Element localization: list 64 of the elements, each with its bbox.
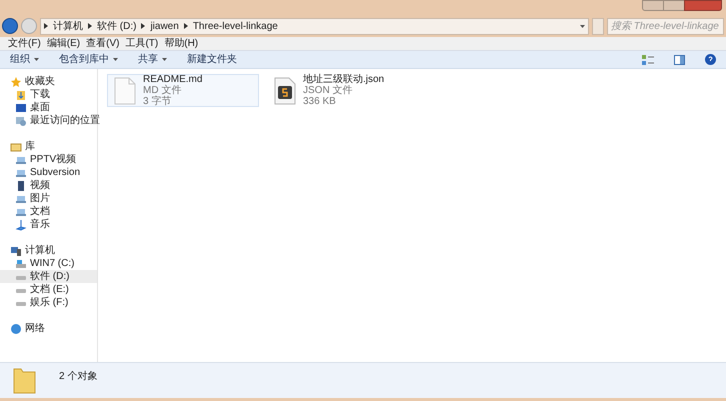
chevron-right-icon [141,23,146,29]
breadcrumb[interactable]: 软件 (D:) [97,18,136,34]
nav-item[interactable]: 软件 (D:) [0,270,97,283]
globe-icon [10,322,22,334]
back-button[interactable] [2,18,18,34]
star-icon [10,76,22,88]
file-item[interactable]: 地址三级联动.json JSON 文件 336 KB [267,74,419,107]
file-size: 3 字节 [143,96,172,107]
nav-item[interactable]: WIN7 (C:) [0,257,97,270]
search-field[interactable]: 搜索 Three-level-linkage [607,18,724,34]
nav-item[interactable]: 下载 [0,88,97,101]
view-options-icon[interactable] [642,54,654,64]
file-item[interactable]: README.md MD 文件 3 字节 [107,74,259,107]
breadcrumb[interactable]: 计算机 [53,18,83,34]
drive-icon [15,258,27,270]
computer-icon [10,244,22,256]
toolbar-button[interactable]: 包含到库中 [59,52,118,67]
nav-item[interactable]: 娱乐 (F:) [0,296,97,309]
nav-item[interactable]: 文档 [0,205,97,218]
toolbar-button[interactable]: 新建文件夹 [187,52,237,67]
nav-item[interactable]: PPTV视频 [0,153,97,166]
caret-icon [580,24,585,28]
chevron-right-icon [88,23,92,29]
caret-icon [34,58,39,61]
address-bar[interactable]: 计算机 软件 (D:) jiawen Three-level-linkage [40,18,589,34]
nav-item[interactable]: 图片 [0,192,97,205]
caret-icon [162,58,167,61]
caret-icon [113,58,118,61]
chevron-right-icon [184,23,188,29]
chevron-right-icon [44,23,48,29]
menu-item[interactable]: 文件(F) [6,36,43,51]
document-icon [114,76,136,104]
status-text: 2 个对象 [59,370,98,384]
refresh-button[interactable] [592,18,604,34]
help-icon[interactable] [705,54,716,65]
preview-pane-icon[interactable] [674,54,685,64]
nav-item[interactable]: 最近访问的位置 [0,114,97,127]
toolbar-button[interactable]: 组织 [10,52,39,67]
nav-item[interactable]: 音乐 [0,218,97,231]
nav-group[interactable]: 计算机 [25,243,55,258]
script-file-icon [274,76,296,104]
toolbar-button[interactable]: 共享 [138,52,167,67]
menu-item[interactable]: 帮助(H) [162,36,200,51]
nav-item[interactable]: 文档 (E:) [0,283,97,296]
nav-item[interactable]: 桌面 [0,101,97,114]
menu-item[interactable]: 工具(T) [123,36,160,51]
nav-group[interactable]: 库 [25,139,35,154]
nav-group[interactable]: 收藏夹 [25,74,55,89]
close-button[interactable] [684,0,722,11]
file-name: README.md [143,74,202,85]
nav-item[interactable]: 视频 [0,179,97,192]
minimize-button[interactable] [642,0,664,11]
file-name: 地址三级联动.json [303,74,384,85]
breadcrumb[interactable]: Three-level-linkage [192,18,278,34]
monitor-icon [15,102,27,114]
file-type: MD 文件 [143,85,182,96]
nav-item[interactable]: Subversion [0,166,97,179]
menu-item[interactable]: 编辑(E) [44,36,82,51]
maximize-button[interactable] [664,0,684,11]
file-size: 336 KB [303,96,337,107]
breadcrumb[interactable]: jiawen [150,18,179,34]
menu-item[interactable]: 查看(V) [84,36,122,51]
file-type: JSON 文件 [303,85,354,96]
nav-group[interactable]: 网络 [25,321,45,336]
